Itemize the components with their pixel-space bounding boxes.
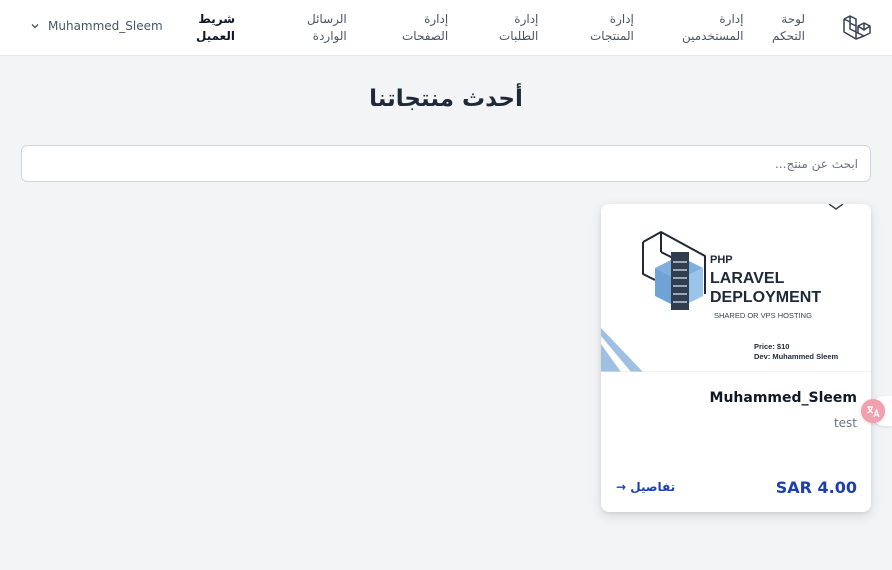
- nav-dashboard[interactable]: لوحة التحكم: [772, 11, 805, 45]
- image-subtitle: SHARED OR VPS HOSTING: [714, 311, 812, 320]
- page-title: أحدث منتجاتنا: [369, 86, 523, 112]
- details-link[interactable]: تفاصيل →: [616, 480, 675, 494]
- product-description: test: [833, 416, 857, 430]
- product-owner: Muhammed_Sleem: [709, 390, 857, 406]
- nav-pages[interactable]: إدارة الصفحات: [402, 11, 448, 45]
- translate-icon[interactable]: [861, 399, 885, 423]
- search-input[interactable]: [21, 145, 871, 182]
- nav-customer-bar[interactable]: شريط العميل: [196, 11, 235, 45]
- user-menu[interactable]: Muhammed_Sleem: [30, 19, 163, 33]
- nav-inbox[interactable]: الرسائل الواردة: [307, 11, 347, 45]
- image-tag: PHP: [710, 254, 733, 266]
- image-title-2: DEPLOYMENT: [710, 289, 821, 306]
- nav-orders[interactable]: إدارة الطلبات: [499, 11, 538, 45]
- image-title-1: LARAVEL: [710, 270, 785, 287]
- nav-products[interactable]: إدارة المنتجات: [590, 11, 634, 45]
- product-price: SAR 4.00: [775, 478, 857, 497]
- top-navbar: لوحة التحكم إدارة المستخدمين إدارة المنت…: [0, 0, 892, 56]
- chevron-down-icon: [31, 24, 39, 29]
- product-card[interactable]: PHP LARAVEL DEPLOYMENT SHARED OR VPS HOS…: [601, 204, 871, 512]
- image-dev: Dev: Muhammed Sleem: [754, 352, 839, 361]
- user-name: Muhammed_Sleem: [48, 19, 163, 33]
- product-image[interactable]: PHP LARAVEL DEPLOYMENT SHARED OR VPS HOS…: [601, 204, 871, 372]
- nav-users[interactable]: إدارة المستخدمين: [682, 11, 743, 45]
- translate-glyph-icon: [867, 406, 880, 418]
- image-price: Price: $10: [754, 342, 789, 351]
- laravel-logo-icon[interactable]: [842, 12, 872, 44]
